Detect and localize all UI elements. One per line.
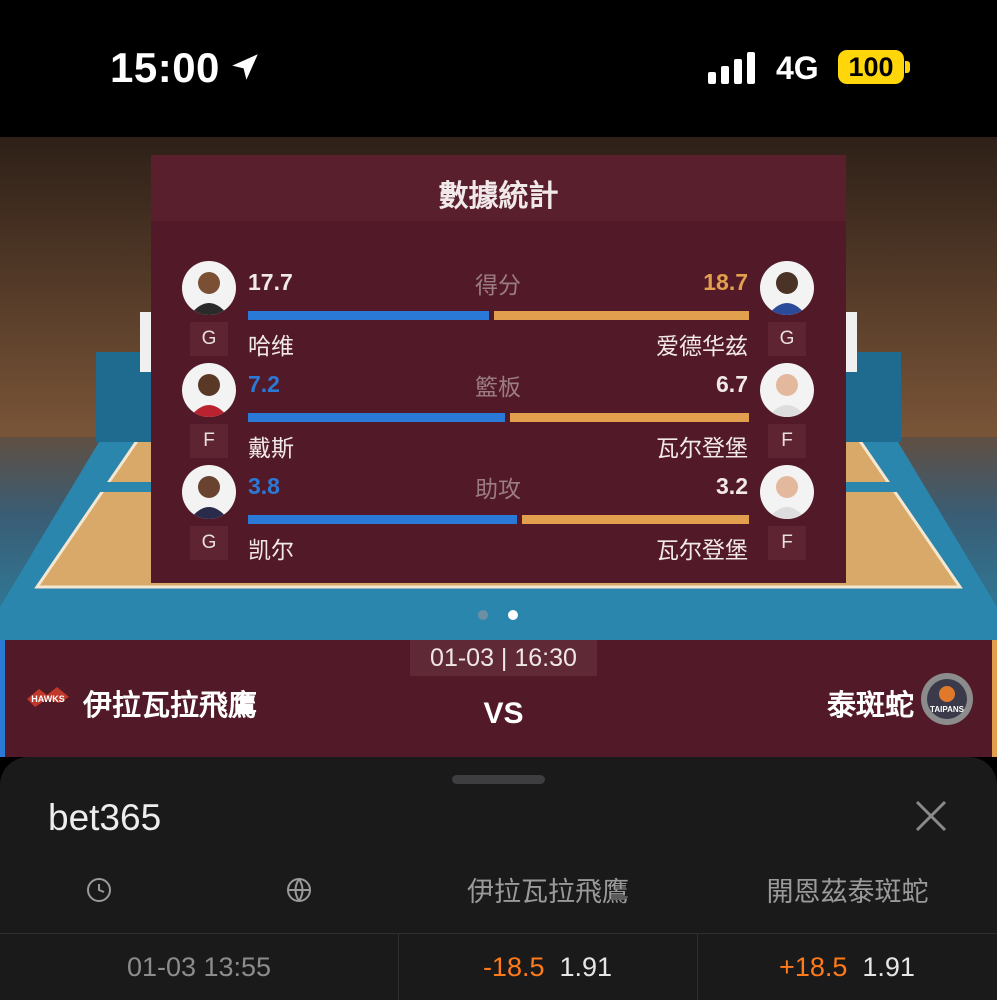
close-icon[interactable] <box>914 799 948 833</box>
stat-category: 得分 <box>475 272 521 298</box>
player-photo-icon <box>768 374 806 417</box>
left-stat-value: 7.2 <box>248 371 280 397</box>
match-datetime: 01-03 | 16:30 <box>410 640 597 676</box>
right-stat-value: 6.7 <box>716 371 748 397</box>
stat-row-points: G 17.7 得分 18.7 哈维 爱德华兹 G <box>151 261 846 359</box>
stat-category: 籃板 <box>475 374 521 400</box>
odds-bottom-sheet: bet365 伊拉瓦拉飛鷹 開恩茲泰斑蛇 01-03 13:55 -18.5 1… <box>0 757 997 1000</box>
status-bar: 15:00 4G 100 <box>0 0 997 137</box>
battery-indicator: 100 <box>838 50 904 84</box>
player-avatar[interactable] <box>760 363 814 417</box>
home-stat-bar <box>248 515 517 524</box>
carousel-dot-active[interactable] <box>508 610 518 620</box>
left-stat-value: 3.8 <box>248 473 280 499</box>
player-stats-card: 數據統計 G 17.7 得分 18.7 哈维 爱德华兹 G F 7.2 籃板 6… <box>151 155 846 583</box>
player-avatar[interactable] <box>182 465 236 519</box>
left-player-name: 哈维 <box>248 333 294 359</box>
away-stat-bar <box>510 413 749 422</box>
away-stat-bar <box>522 515 749 524</box>
left-player-name: 戴斯 <box>248 435 294 461</box>
stats-card-header: 數據統計 <box>151 155 846 221</box>
right-player-name: 爱德华兹 <box>656 333 748 359</box>
stat-row-assists: G 3.8 助攻 3.2 凯尔 瓦尔登堡 F <box>151 465 846 563</box>
player-avatar[interactable] <box>182 261 236 315</box>
away-odds: 1.91 <box>862 952 915 982</box>
player-position: F <box>768 526 806 560</box>
home-team-header: 伊拉瓦拉飛鷹 <box>467 877 629 907</box>
network-type: 4G <box>776 50 819 86</box>
player-position: F <box>190 424 228 458</box>
player-avatar[interactable] <box>760 261 814 315</box>
match-banner[interactable]: 01-03 | 16:30 HAWKS 伊拉瓦拉飛鷹 VS 泰斑蛇 TAIPAN… <box>0 640 997 757</box>
away-odds-cell[interactable]: +18.5 1.91 <box>697 952 997 983</box>
home-stat-bar <box>248 413 505 422</box>
odds-time: 01-03 13:55 <box>126 952 272 982</box>
right-player-name: 瓦尔登堡 <box>656 435 748 461</box>
cellular-signal-icon <box>708 52 755 84</box>
away-stat-bar <box>494 311 749 320</box>
home-handicap: -18.5 <box>482 952 545 982</box>
left-stat-value: 17.7 <box>248 269 293 295</box>
away-handicap: +18.5 <box>779 952 848 982</box>
battery-nub <box>905 61 910 73</box>
left-player-name: 凯尔 <box>248 537 294 563</box>
player-position: G <box>190 322 228 356</box>
player-position: F <box>768 424 806 458</box>
stat-row-rebounds: F 7.2 籃板 6.7 戴斯 瓦尔登堡 F <box>151 363 846 461</box>
sheet-drag-handle[interactable] <box>452 775 545 784</box>
right-player-name: 瓦尔登堡 <box>656 537 748 563</box>
location-arrow-icon <box>232 54 258 80</box>
player-photo-icon <box>768 272 806 315</box>
player-position: G <box>190 526 228 560</box>
player-position: G <box>768 322 806 356</box>
away-logo-text: TAIPANS <box>930 705 965 714</box>
bookmaker-title: bet365 <box>48 797 162 838</box>
header-divider <box>0 933 997 934</box>
player-avatar[interactable] <box>182 363 236 417</box>
player-photo-icon <box>768 476 806 519</box>
player-photo-icon <box>190 476 228 519</box>
basketball-icon <box>287 878 311 902</box>
carousel-dot[interactable] <box>478 610 488 620</box>
home-odds-cell[interactable]: -18.5 1.91 <box>398 952 697 983</box>
clock-icon <box>87 878 111 902</box>
status-time: 15:00 <box>110 44 220 91</box>
stats-title: 數據統計 <box>438 180 559 213</box>
home-odds: 1.91 <box>559 952 613 982</box>
right-stat-value: 3.2 <box>716 473 748 499</box>
stat-category: 助攻 <box>475 476 521 502</box>
away-team-name: 泰斑蛇 <box>826 690 914 722</box>
player-photo-icon <box>190 374 228 417</box>
taipans-logo-icon: TAIPANS <box>921 673 973 725</box>
home-stat-bar <box>248 311 489 320</box>
right-stat-value: 18.7 <box>703 269 748 295</box>
player-avatar[interactable] <box>760 465 814 519</box>
player-photo-icon <box>190 272 228 315</box>
away-team-header: 開恩茲泰斑蛇 <box>766 877 929 907</box>
